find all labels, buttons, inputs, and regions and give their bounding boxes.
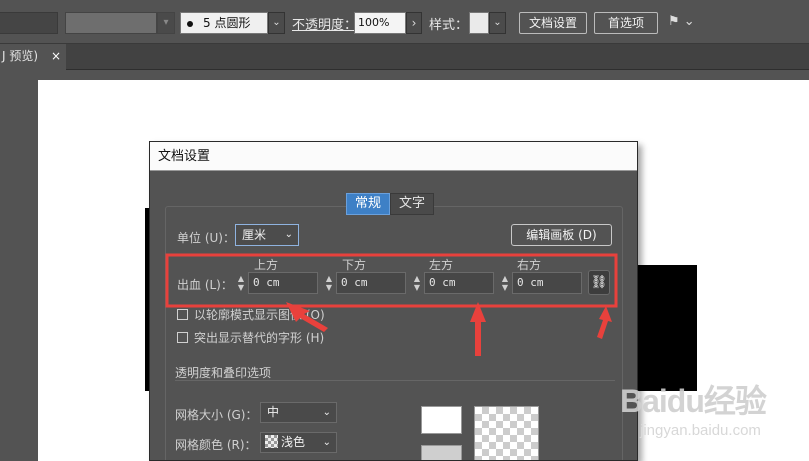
document-setup-button[interactable]: 文档设置 (519, 12, 587, 34)
opacity-input[interactable]: 100% (354, 12, 406, 34)
chevron-down-icon: ⌄ (322, 407, 331, 418)
outline-mode-checkbox-row[interactable]: 以轮廓模式显示图像 (O) (177, 306, 325, 323)
preferences-button[interactable]: 首选项 (594, 12, 658, 34)
bleed-right-header: 右方 (517, 258, 542, 272)
opacity-chevron-right-icon[interactable]: › (406, 12, 422, 34)
dialog-tabs: 常规 文字 (346, 193, 435, 215)
bleed-label: 出血 (L)： (177, 278, 233, 292)
bleed-right-field[interactable]: 0 cm (512, 272, 582, 294)
baidu-watermark-logo: Baidu经验 (620, 383, 767, 419)
highlight-glyphs-checkbox[interactable] (177, 332, 188, 343)
document-tab[interactable]: J 预览) × (0, 44, 66, 70)
chevron-down-icon: ⌄ (284, 229, 293, 240)
outline-mode-checkbox[interactable] (177, 309, 188, 320)
highlight-glyphs-label: 突出显示替代的字形 (H) (194, 331, 325, 345)
opacity-label[interactable]: 不透明度： (292, 14, 357, 33)
style-chevron-down-icon[interactable]: ⌄ (489, 12, 506, 34)
flag-icon[interactable]: ⚑ ⌄ (668, 14, 695, 29)
bleed-left-field[interactable]: 0 cm (424, 272, 494, 294)
tab-general[interactable]: 常规 (346, 193, 391, 215)
brush-chevron-down-icon[interactable]: ⌄ (268, 12, 285, 34)
baidu-watermark-url: jingyan.baidu.com (640, 422, 761, 439)
edit-artboards-button[interactable]: 编辑画板 (D) (511, 224, 612, 246)
grid-size-label: 网格大小 (G)： (175, 408, 258, 422)
grid-preview-gray-swatch[interactable] (421, 445, 462, 460)
bleed-left-stepper[interactable]: ▲ ▼ 0 cm (411, 272, 494, 294)
artwork-black-shape-right (637, 265, 697, 391)
bleed-top-field[interactable]: 0 cm (248, 272, 318, 294)
brush-definition-dropdown[interactable]: 5 点圆形 (180, 12, 268, 34)
bleed-top-header: 上方 (254, 258, 279, 272)
control-toolbar: ▾ 5 点圆形 ⌄ 不透明度： 100% › 样式： ⌄ 文档设置 首选项 ⚑ … (0, 0, 809, 44)
grid-preview-white-swatch[interactable] (421, 406, 462, 434)
left-dropdown[interactable] (0, 12, 58, 34)
outline-mode-label: 以轮廓模式显示图像 (O) (194, 308, 325, 322)
bleed-top-stepper[interactable]: ▲ ▼ 0 cm (235, 272, 318, 294)
close-icon[interactable]: × (51, 44, 61, 68)
checker-swatch-icon (265, 435, 278, 448)
tab-type[interactable]: 文字 (390, 193, 435, 215)
spinner-arrows-icon[interactable]: ▲ ▼ (411, 272, 423, 294)
chevron-down-icon: ⌄ (322, 437, 331, 448)
bleed-left-header: 左方 (429, 258, 454, 272)
bleed-bottom-header: 下方 (342, 258, 367, 272)
unit-value: 厘米 (242, 228, 267, 242)
grid-color-select[interactable]: 浅色 ⌄ (260, 432, 337, 453)
grid-color-label: 网格颜色 (R)： (175, 438, 257, 452)
unit-label: 单位 (U)： (177, 231, 235, 245)
chain-link-icon[interactable]: ⛓ (588, 270, 610, 295)
brush-size: 5 (203, 16, 211, 30)
transparency-section-title: 透明度和叠印选项 (175, 366, 272, 380)
style-label: 样式： (429, 18, 469, 33)
document-setup-dialog: 文档设置 常规 文字 单位 (U)： 厘米 ⌄ 编辑画板 (D) 上方 下方 左方… (149, 141, 638, 461)
document-tab-bar: J 预览) × (0, 44, 809, 70)
bleed-right-stepper[interactable]: ▲ ▼ 0 cm (499, 272, 582, 294)
grid-size-select[interactable]: 中 ⌄ (260, 402, 337, 423)
spinner-arrows-icon[interactable]: ▲ ▼ (323, 272, 335, 294)
swatch-chevron-down-icon[interactable]: ▾ (157, 12, 175, 34)
spinner-arrows-icon[interactable]: ▲ ▼ (235, 272, 247, 294)
document-tab-label: J 预览) (2, 49, 39, 63)
grid-size-value: 中 (267, 405, 280, 419)
unit-select[interactable]: 厘米 ⌄ (235, 224, 299, 246)
bleed-bottom-stepper[interactable]: ▲ ▼ 0 cm (323, 272, 406, 294)
spinner-arrows-icon[interactable]: ▲ ▼ (499, 272, 511, 294)
stroke-color-swatch[interactable] (65, 12, 157, 34)
highlight-glyphs-checkbox-row[interactable]: 突出显示替代的字形 (H) (177, 329, 324, 346)
brush-shape: 点圆形 (214, 16, 251, 30)
style-swatch[interactable] (469, 12, 489, 34)
section-divider (175, 380, 615, 381)
brush-dot-icon (187, 20, 193, 27)
bleed-bottom-field[interactable]: 0 cm (336, 272, 406, 294)
grid-preview-checkerboard (474, 406, 539, 460)
dialog-title: 文档设置 (150, 142, 637, 171)
grid-color-value: 浅色 (281, 435, 306, 449)
